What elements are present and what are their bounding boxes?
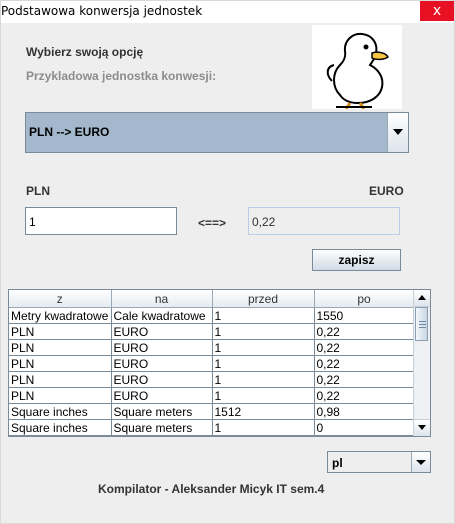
language-selected: pl <box>332 456 343 470</box>
table-cell: Metry kwadratowe <box>9 307 112 324</box>
table-cell: PLN <box>9 371 112 388</box>
table-row[interactable]: PLN EURO 1 0,22 <box>9 323 415 340</box>
table-cell: Square inches <box>9 419 112 436</box>
column-header-na[interactable]: na <box>111 290 213 308</box>
column-header-przed[interactable]: przed <box>212 290 315 308</box>
conversion-arrow-label: <==> <box>198 216 227 230</box>
table-cell: 1512 <box>212 403 315 420</box>
history-table: z na przed po Metry kwadratowe Cale kwad… <box>8 289 431 437</box>
close-icon: x <box>432 3 442 19</box>
save-button[interactable]: zapisz <box>312 249 401 271</box>
table-row[interactable]: PLN EURO 1 0,22 <box>9 387 415 404</box>
table-cell: 0,22 <box>314 371 415 388</box>
scroll-thumb[interactable] <box>415 307 428 341</box>
table-cell: PLN <box>9 323 112 340</box>
table-cell: 1 <box>212 419 315 436</box>
main-window: Podstawowa konwersja jednostek x Wybierz… <box>0 0 455 524</box>
scroll-up-icon[interactable] <box>414 290 430 307</box>
table-cell: EURO <box>111 323 213 340</box>
table-cell: 0,22 <box>314 339 415 356</box>
title-bar: Podstawowa konwersja jednostek x <box>1 1 454 23</box>
table-row[interactable]: Metry kwadratowe Cale kwadratowe 1 1550 <box>9 307 415 324</box>
table-cell: PLN <box>9 355 112 372</box>
table-cell: 1 <box>212 371 315 388</box>
table-cell: EURO <box>111 371 213 388</box>
table-cell: 1 <box>212 355 315 372</box>
scroll-down-icon[interactable] <box>414 419 430 436</box>
close-button[interactable]: x <box>420 1 454 21</box>
table-cell: 1550 <box>314 307 415 324</box>
table-cell: Square inches <box>9 403 112 420</box>
conversion-type-dropdown[interactable]: PLN --> EURO <box>25 112 409 153</box>
from-unit-label: PLN <box>26 184 50 198</box>
table-row[interactable]: PLN EURO 1 0,22 <box>9 339 415 356</box>
table-cell: EURO <box>111 387 213 404</box>
table-row[interactable]: PLN EURO 1 0,22 <box>9 371 415 388</box>
column-header-po[interactable]: po <box>314 290 415 308</box>
table-cell: 0,22 <box>314 323 415 340</box>
table-cell: Cale kwadratowe <box>111 307 213 324</box>
to-unit-label: EURO <box>369 184 404 198</box>
duck-illustration <box>312 25 402 110</box>
table-header-row: z na przed po <box>9 290 415 308</box>
table-cell: PLN <box>9 339 112 356</box>
table-scrollbar[interactable] <box>413 290 430 436</box>
language-dropdown[interactable]: pl <box>327 451 431 473</box>
table-row[interactable]: Square inches Square meters 1 0 <box>9 419 415 436</box>
table-cell: 1 <box>212 339 315 356</box>
table-cell: 1 <box>212 323 315 340</box>
table-cell: EURO <box>111 339 213 356</box>
table-row[interactable]: Square inches Square meters 1512 0,98 <box>9 403 415 420</box>
to-value-output: 0,22 <box>248 207 400 235</box>
table-cell: EURO <box>111 355 213 372</box>
column-header-z[interactable]: z <box>9 290 112 308</box>
table-cell: 1 <box>212 307 315 324</box>
table-row[interactable]: PLN EURO 1 0,22 <box>9 355 415 372</box>
chevron-down-icon[interactable] <box>387 113 408 152</box>
table-cell: PLN <box>9 387 112 404</box>
chevron-down-icon[interactable] <box>411 452 430 472</box>
table-cell: Square meters <box>111 419 213 436</box>
conversion-type-selected: PLN --> EURO <box>29 125 110 139</box>
table-cell: 0,22 <box>314 387 415 404</box>
window-title: Podstawowa konwersja jednostek <box>1 4 203 18</box>
table-cell: 0,98 <box>314 403 415 420</box>
table-cell: 0 <box>314 419 415 436</box>
choose-option-label: Wybierz swoją opcję <box>26 45 144 59</box>
table-cell: 0,22 <box>314 355 415 372</box>
example-unit-label: Przykladowa jednostka konwesji: <box>26 69 217 83</box>
from-value-input[interactable]: 1 <box>25 207 177 235</box>
table-cell: 1 <box>212 387 315 404</box>
footer-credit: Kompilator - Aleksander Micyk IT sem.4 <box>98 482 325 496</box>
table-cell: Square meters <box>111 403 213 420</box>
